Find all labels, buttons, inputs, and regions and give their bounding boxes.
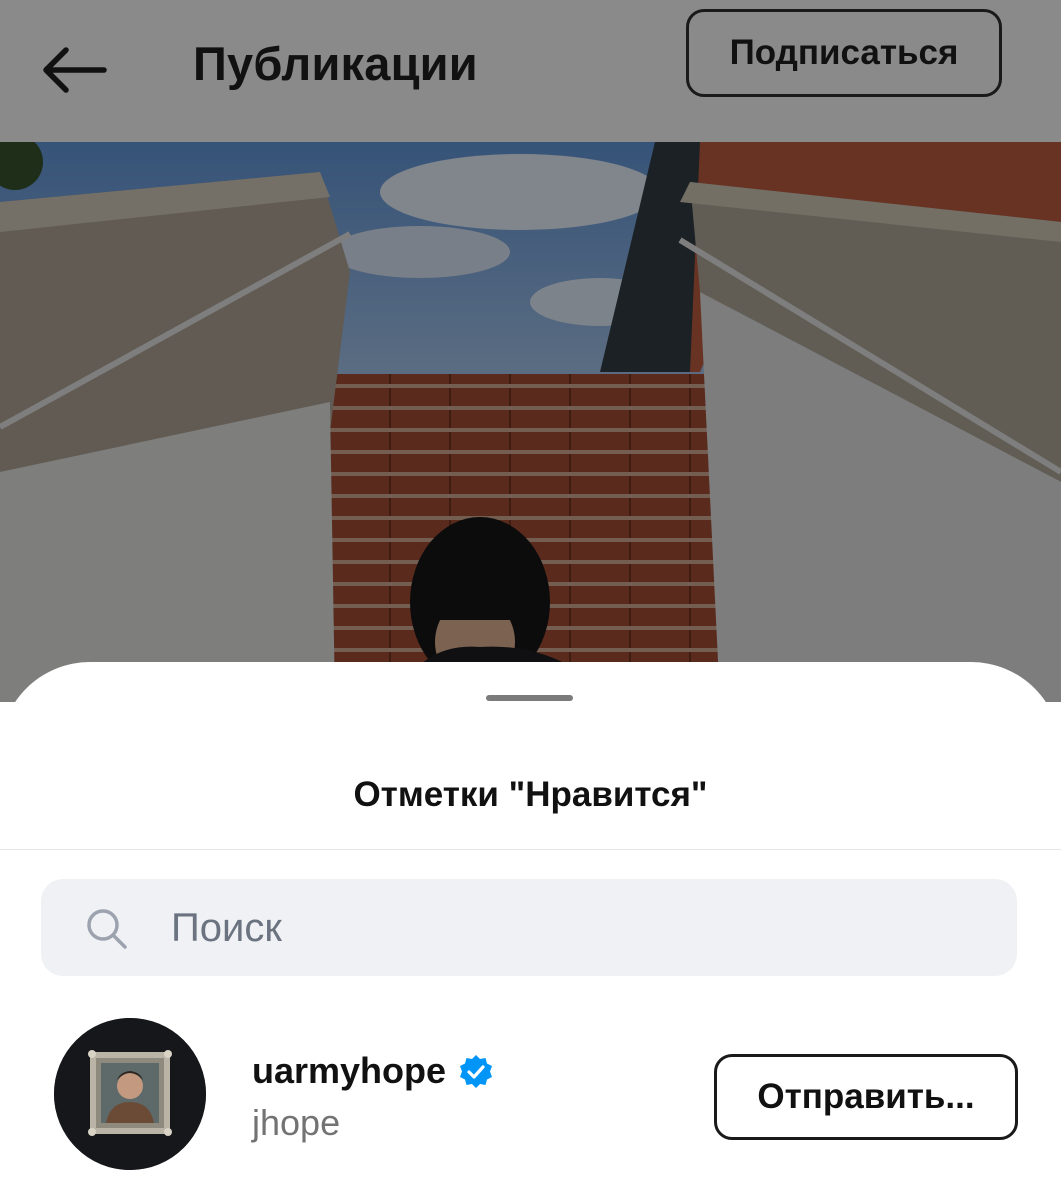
top-bar: Публикации Подписаться	[0, 0, 1061, 142]
list-item[interactable]: uarmyhope jhope Отправить...	[0, 1016, 1061, 1176]
username[interactable]: uarmyhope	[252, 1050, 446, 1092]
page-title: Публикации	[193, 37, 478, 90]
likes-sheet: Отметки "Нравится" Поиск uarmyhope jhope…	[0, 662, 1061, 1200]
search-icon	[87, 909, 127, 949]
divider	[0, 849, 1061, 850]
avatar[interactable]	[54, 1018, 206, 1170]
sheet-drag-handle[interactable]	[486, 695, 573, 701]
arrow-left-icon	[43, 47, 107, 93]
send-button[interactable]: Отправить...	[714, 1054, 1018, 1140]
post-photo[interactable]	[0, 142, 1061, 702]
verified-badge-icon	[460, 1055, 492, 1088]
back-button[interactable]	[38, 44, 110, 96]
full-name: jhope	[252, 1102, 341, 1143]
avatar-image	[54, 1018, 206, 1170]
follow-button[interactable]: Подписаться	[686, 9, 1002, 97]
dim-overlay	[0, 142, 1061, 702]
search-bar[interactable]	[41, 879, 1017, 976]
search-input[interactable]	[169, 895, 973, 961]
sheet-title: Отметки "Нравится"	[353, 775, 708, 814]
